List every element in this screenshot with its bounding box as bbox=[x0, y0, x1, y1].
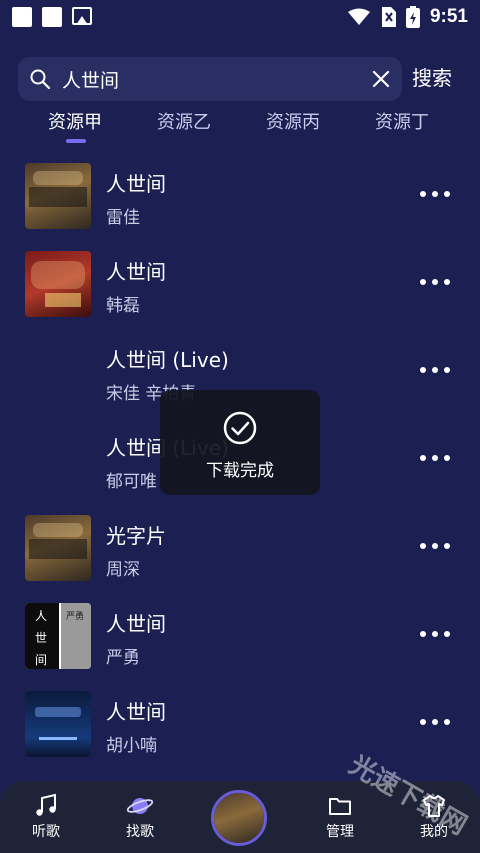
album-cover bbox=[25, 691, 91, 757]
song-row[interactable]: 人世间 雷佳 bbox=[0, 150, 480, 238]
search-icon bbox=[30, 69, 50, 89]
more-options-icon[interactable] bbox=[420, 621, 450, 647]
download-complete-toast: 下载完成 bbox=[160, 390, 320, 495]
more-options-icon[interactable] bbox=[420, 533, 450, 559]
notification-square-icon bbox=[42, 7, 62, 27]
planet-icon bbox=[127, 798, 153, 814]
tab-indicator bbox=[66, 139, 86, 143]
status-left-icons bbox=[12, 7, 92, 27]
toast-message: 下载完成 bbox=[206, 461, 274, 481]
now-playing-cover bbox=[214, 793, 264, 843]
song-artist: 郁可唯 bbox=[106, 472, 157, 492]
no-sim-icon bbox=[381, 7, 396, 27]
wifi-icon bbox=[347, 8, 370, 25]
cover-text: 严勇 bbox=[66, 612, 85, 622]
song-title: 人世间 bbox=[106, 700, 166, 724]
song-artist: 周深 bbox=[106, 560, 140, 580]
tab-source-b[interactable]: 资源乙 bbox=[157, 108, 211, 134]
nav-label: 找歌 bbox=[126, 824, 154, 840]
nav-label: 听歌 bbox=[32, 824, 60, 840]
song-artist: 严勇 bbox=[106, 648, 140, 668]
status-right-icons: 9:51 bbox=[347, 6, 468, 28]
more-options-icon[interactable] bbox=[420, 269, 450, 295]
tab-source-c[interactable]: 资源丙 bbox=[266, 108, 320, 134]
nav-item-manage[interactable]: 管理 bbox=[308, 781, 372, 853]
notification-square-icon bbox=[12, 7, 32, 27]
folder-icon bbox=[329, 798, 351, 815]
status-time: 9:51 bbox=[429, 6, 468, 27]
search-button[interactable]: 搜索 bbox=[412, 62, 452, 91]
more-options-icon[interactable] bbox=[420, 181, 450, 207]
song-title: 人世间 bbox=[106, 612, 166, 636]
song-title: 人世间 bbox=[106, 172, 166, 196]
cover-text: 世 bbox=[35, 631, 48, 645]
album-cover bbox=[25, 163, 91, 229]
song-row[interactable]: 光字片 周深 bbox=[0, 502, 480, 590]
song-title: 光字片 bbox=[106, 524, 166, 548]
album-cover bbox=[25, 515, 91, 581]
song-artist: 雷佳 bbox=[106, 208, 140, 228]
search-bar[interactable]: 人世间 bbox=[18, 57, 402, 101]
battery-icon bbox=[405, 6, 420, 28]
more-options-icon[interactable] bbox=[420, 445, 450, 471]
song-row[interactable]: 人 世 间 严勇 人世间 严勇 bbox=[0, 590, 480, 678]
now-playing-disc[interactable] bbox=[211, 790, 267, 846]
song-artist: 韩磊 bbox=[106, 296, 140, 316]
album-cover bbox=[25, 251, 91, 317]
more-options-icon[interactable] bbox=[420, 357, 450, 383]
song-row[interactable]: 人世间 胡小喃 bbox=[0, 678, 480, 766]
more-options-icon[interactable] bbox=[420, 709, 450, 735]
song-title: 人世间 bbox=[106, 260, 166, 284]
music-note-icon bbox=[36, 793, 56, 816]
nav-label: 管理 bbox=[326, 824, 354, 840]
check-circle-icon bbox=[223, 411, 257, 445]
cover-text: 人 bbox=[35, 609, 48, 623]
tab-source-d[interactable]: 资源丁 bbox=[375, 108, 429, 134]
cover-text: 间 bbox=[35, 653, 48, 667]
search-input[interactable]: 人世间 bbox=[62, 66, 372, 93]
status-bar: 9:51 bbox=[0, 0, 480, 34]
album-cover: 人 世 间 严勇 bbox=[25, 603, 91, 669]
song-title: 人世间 (Live) bbox=[106, 348, 229, 372]
tab-source-a[interactable]: 资源甲 bbox=[48, 108, 102, 134]
image-icon bbox=[72, 7, 92, 25]
song-row[interactable]: 人世间 韩磊 bbox=[0, 238, 480, 326]
nav-item-listen[interactable]: 听歌 bbox=[14, 781, 78, 853]
song-artist: 胡小喃 bbox=[106, 736, 157, 756]
nav-item-find[interactable]: 找歌 bbox=[108, 781, 172, 853]
clear-icon[interactable] bbox=[372, 70, 390, 88]
